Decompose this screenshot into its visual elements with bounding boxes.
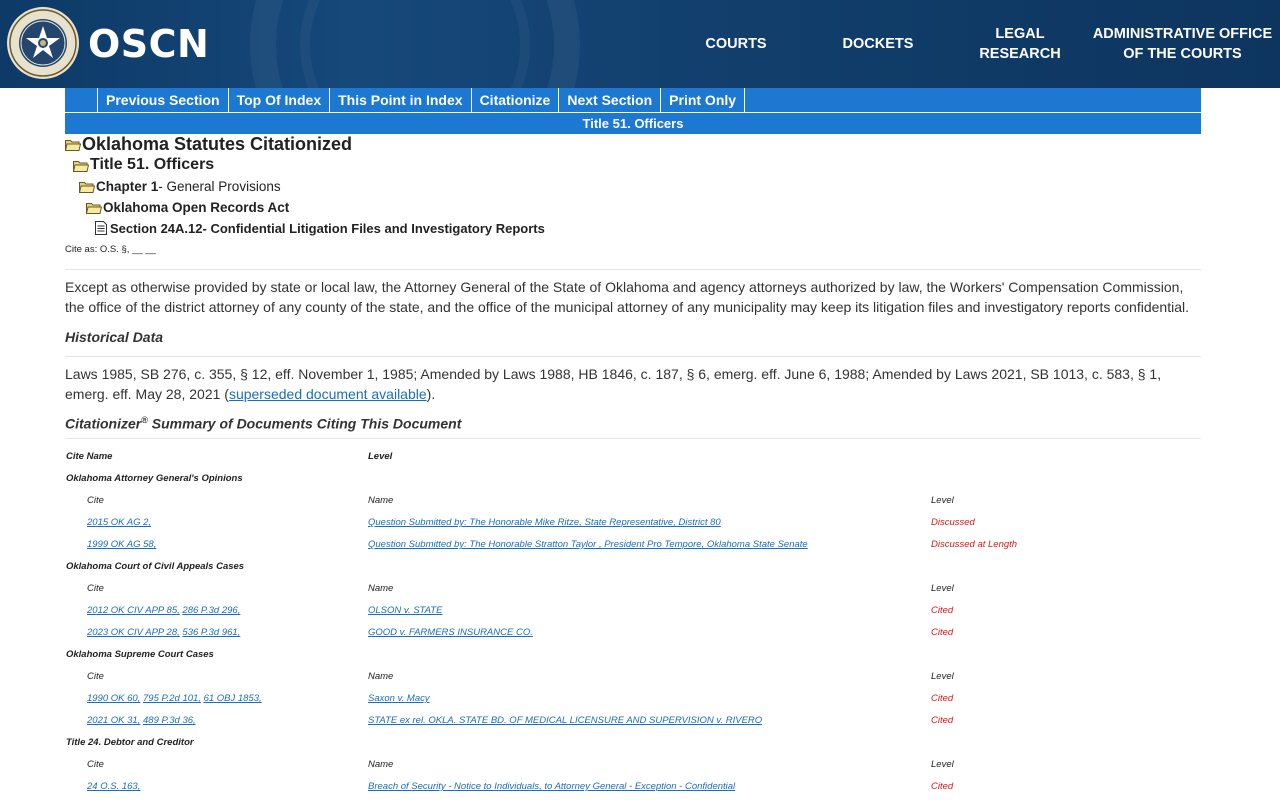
header-cite-name: Cite Name [66, 451, 113, 462]
table-row: 2023 OK CIV APP 28, 536 P.3d 961, GOOD v… [65, 622, 1201, 644]
table-row: 24 O.S. 163, Breach of Security - Notice… [65, 776, 1201, 798]
cite-link[interactable]: 1999 OK AG 58, [87, 539, 156, 550]
breadcrumb-title-51-label: Title 51. Officers [90, 156, 215, 173]
divider [65, 438, 1201, 439]
cite-link[interactable]: 2015 OK AG 2, [87, 517, 151, 528]
print-only-button[interactable]: Print Only [661, 88, 746, 112]
table-row: 2021 OK 31, 489 P.3d 36, STATE ex rel. O… [65, 710, 1201, 732]
breadcrumb-chapter-1-label: Chapter 1 [96, 178, 159, 194]
table-row: 1999 OK AG 58, Question Submitted by: Th… [65, 534, 1201, 556]
breadcrumb-chapter-1[interactable]: Chapter 1 - General Provisions [79, 178, 281, 194]
cite-link[interactable]: 795 P.2d 101, [143, 693, 201, 704]
breadcrumb-chapter-1-sublabel: - General Provisions [158, 178, 281, 194]
breadcrumb-open-records-act-label: Oklahoma Open Records Act [103, 199, 290, 215]
sub-header-row: Cite Name Level [87, 671, 954, 682]
cite-link[interactable]: 2012 OK CIV APP 85, [87, 605, 180, 616]
cite-link[interactable]: 1990 OK 60, [87, 693, 140, 704]
nav-administrative-office[interactable]: ADMINISTRATIVE OFFICE OF THE COURTS [1092, 0, 1273, 88]
nav-administrative-office-label: ADMINISTRATIVE OFFICE OF THE COURTS [1092, 26, 1273, 62]
cite-as-text: Cite as: O.S. §, __ __ [65, 244, 156, 255]
cite-link[interactable]: 61 OBJ 1853, [204, 693, 262, 704]
citationizer-heading: Citationizer® Summary of Documents Citin… [65, 415, 462, 432]
breadcrumb-section[interactable]: Section 24A.12 - Confidential Litigation… [95, 220, 545, 236]
document-icon [95, 221, 107, 235]
site-logo-text[interactable]: OSCN [88, 22, 209, 66]
document-toolbar: Previous Section Top Of Index This Point… [65, 88, 1201, 112]
cite-link[interactable]: 2021 OK 31, [87, 715, 140, 726]
citationizer-table-header: Cite Name Level [65, 446, 1201, 468]
nav-courts-label: COURTS [705, 36, 767, 52]
cite-link[interactable]: 286 P.3d 296, [182, 605, 240, 616]
divider [65, 269, 1201, 270]
statute-text: Except as otherwise provided by state or… [65, 279, 1189, 315]
breadcrumb-statutes-label: Oklahoma Statutes Citationized [82, 133, 353, 154]
nav-legal-research-label: LEGAL RESEARCH [979, 26, 1061, 62]
folder-open-icon [86, 202, 102, 214]
historical-data-text: Laws 1985, SB 276, c. 355, § 12, eff. No… [65, 366, 1162, 402]
citation-level: Cited [931, 693, 954, 704]
document-name-link[interactable]: Saxon v. Macy [368, 693, 430, 704]
site-header: OSCN COURTS DOCKETS LEGAL RESEARCH ADMINI… [0, 0, 1280, 88]
folder-open-icon [79, 181, 95, 193]
next-section-button[interactable]: Next Section [559, 88, 662, 112]
supreme-court-seal-logo[interactable] [6, 6, 80, 80]
sub-header-row: Cite Name Level [87, 583, 954, 594]
top-of-index-button[interactable]: Top Of Index [229, 88, 331, 112]
nav-courts[interactable]: COURTS [690, 0, 782, 88]
sub-header-row: Cite Name Level [87, 495, 954, 506]
citationize-button[interactable]: Citationize [472, 88, 560, 112]
citation-level: Discussed at Length [931, 539, 1018, 550]
nav-dockets[interactable]: DOCKETS [830, 0, 926, 88]
citation-level: Cited [931, 627, 954, 638]
breadcrumb-open-records-act[interactable]: Oklahoma Open Records Act [86, 199, 289, 215]
toolbar-spacer [65, 88, 98, 112]
table-row: 2012 OK CIV APP 85, 286 P.3d 296, OLSON … [65, 600, 1201, 622]
group-title: Title 24. Debtor and Creditor [66, 737, 194, 748]
breadcrumb-title-51[interactable]: Title 51. Officers [73, 156, 214, 174]
cite-link[interactable]: 536 P.3d 961, [182, 627, 240, 638]
cite-link[interactable]: 24 O.S. 163, [87, 781, 140, 792]
header-level: Level [368, 451, 393, 462]
background-seal-inner-decoration [300, 0, 530, 88]
document-name-link[interactable]: OLSON v. STATE [368, 605, 442, 616]
divider [65, 356, 1201, 357]
breadcrumb-statutes[interactable]: Oklahoma Statutes Citationized [65, 134, 352, 154]
breadcrumb-section-label: Section 24A.12 [110, 220, 203, 236]
previous-section-button[interactable]: Previous Section [98, 88, 229, 112]
nav-legal-research[interactable]: LEGAL RESEARCH [970, 0, 1070, 88]
folder-open-icon [73, 160, 89, 172]
cite-link[interactable]: 489 P.3d 36, [143, 715, 196, 726]
citation-level: Cited [931, 605, 954, 616]
group-title: Oklahoma Attorney General's Opinions [66, 473, 243, 484]
citation-level: Discussed [931, 517, 975, 528]
historical-data-heading: Historical Data [65, 329, 164, 345]
sub-header-row: Cite Name Level [87, 759, 954, 770]
nav-dockets-label: DOCKETS [842, 36, 914, 52]
this-point-in-index-button[interactable]: This Point in Index [330, 88, 472, 112]
group-title: Oklahoma Court of Civil Appeals Cases [66, 561, 245, 572]
table-row: 1990 OK 60, 795 P.2d 101, 61 OBJ 1853, S… [65, 688, 1201, 710]
table-row: 2015 OK AG 2, Question Submitted by: The… [65, 512, 1201, 534]
document-name-link[interactable]: GOOD v. FARMERS INSURANCE CO. [368, 627, 533, 638]
group-title: Oklahoma Supreme Court Cases [66, 649, 214, 660]
folder-open-icon [65, 139, 81, 151]
document-name-link[interactable]: Breach of Security - Notice to Individua… [368, 781, 735, 792]
citation-level: Cited [931, 715, 954, 726]
document-title-bar: Title 51. Officers [65, 113, 1201, 134]
citation-level: Cited [931, 781, 954, 792]
document-name-link[interactable]: Question Submitted by: The Honorable Mik… [368, 517, 721, 528]
superseded-document-link[interactable]: superseded document available [229, 386, 427, 402]
document-name-link[interactable]: Question Submitted by: The Honorable Str… [368, 539, 808, 550]
document-name-link[interactable]: STATE ex rel. OKLA. STATE BD. OF MEDICAL… [368, 715, 762, 726]
breadcrumb-section-sublabel: - Confidential Litigation Files and Inve… [202, 220, 545, 236]
cite-link[interactable]: 2023 OK CIV APP 28, [87, 627, 180, 638]
